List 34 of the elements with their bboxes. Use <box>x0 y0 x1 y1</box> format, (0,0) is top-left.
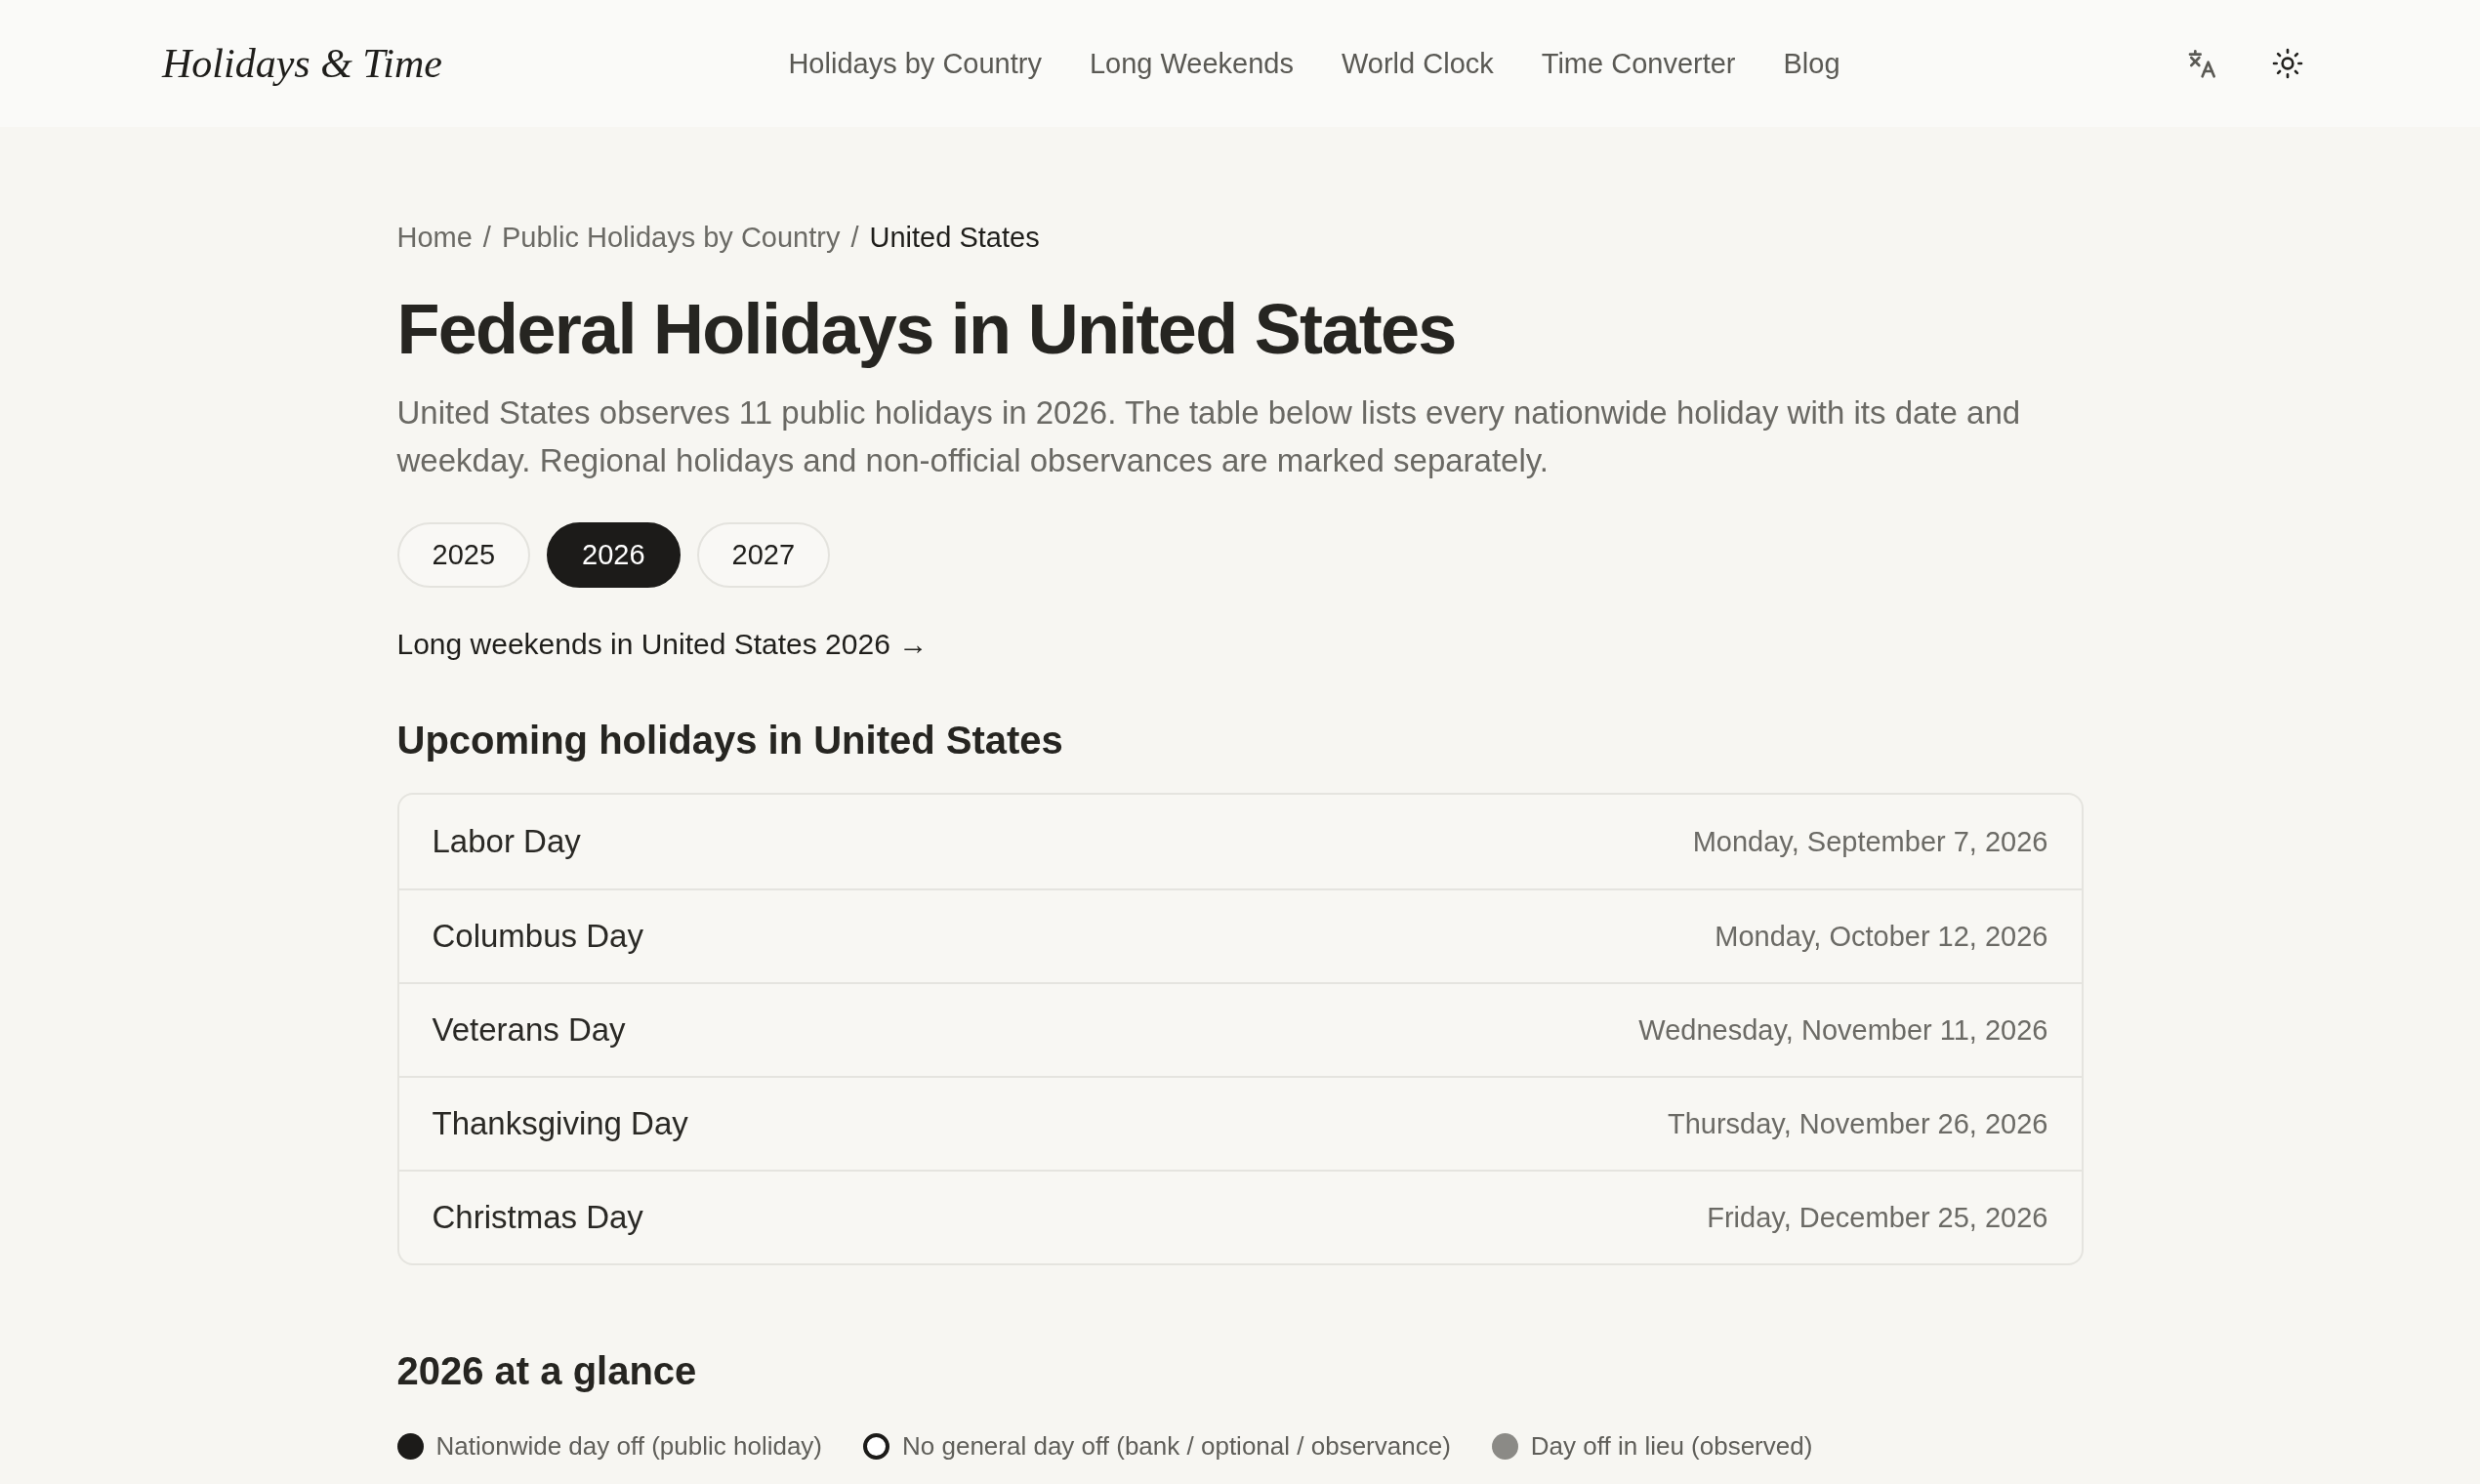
site-logo[interactable]: Holidays & Time <box>162 40 442 87</box>
page-title: Federal Holidays in United States <box>396 289 1457 370</box>
holiday-name: Columbus Day <box>432 918 643 955</box>
year-tab[interactable]: 2027 <box>696 522 831 588</box>
breadcrumb-link[interactable]: Public Holidays by Country <box>501 218 841 257</box>
nav-link[interactable]: Blog <box>1783 47 1840 80</box>
breadcrumb-separator: / <box>850 221 859 255</box>
section-heading: 2026 at a glance <box>396 1348 698 1394</box>
year-tab[interactable]: 2025 <box>396 522 530 588</box>
year-tab[interactable]: 2026 <box>547 522 681 588</box>
breadcrumb-link[interactable]: Home <box>396 218 473 257</box>
breadcrumb-separator: / <box>482 221 491 255</box>
legend-label: No general day off (bank / optional / observance) <box>902 1431 1451 1462</box>
translate-icon[interactable] <box>2186 48 2217 79</box>
holiday-name: Christmas Day <box>432 1199 643 1236</box>
holiday-date: Monday, September 7, 2026 <box>1692 825 2048 858</box>
nav-link[interactable]: Time Converter <box>1541 47 1736 80</box>
nav-link[interactable]: World Clock <box>1342 47 1494 80</box>
sun-icon[interactable] <box>2272 48 2303 79</box>
nav-link[interactable]: Long Weekends <box>1089 47 1294 80</box>
holiday-name: Labor Day <box>432 823 581 860</box>
holiday-date: Thursday, November 26, 2026 <box>1667 1107 2048 1140</box>
holiday-name: Thanksgiving Day <box>432 1105 688 1142</box>
legend-label: Nationwide day off (public holiday) <box>435 1431 823 1462</box>
section-heading: Upcoming holidays in United States <box>396 718 1064 763</box>
breadcrumb-current[interactable]: United States <box>869 218 1040 257</box>
holiday-date: Wednesday, November 11, 2026 <box>1638 1013 2048 1047</box>
legend-label: Day off in lieu (observed) <box>1530 1431 1813 1462</box>
nav-link[interactable]: Holidays by Country <box>788 47 1042 80</box>
holiday-date: Friday, December 25, 2026 <box>1707 1201 2048 1234</box>
holiday-date: Monday, October 12, 2026 <box>1715 920 2048 953</box>
long-weekends-link[interactable]: Long weekends in United States 2026 → <box>396 628 929 660</box>
holiday-name: Veterans Day <box>432 1011 626 1049</box>
page-description: United States observes 11 public holidays in 2026. The table below lists every nationwide holiday with its date and weekday. Regional holidays and non-official observances are marked separately. <box>396 393 2022 480</box>
